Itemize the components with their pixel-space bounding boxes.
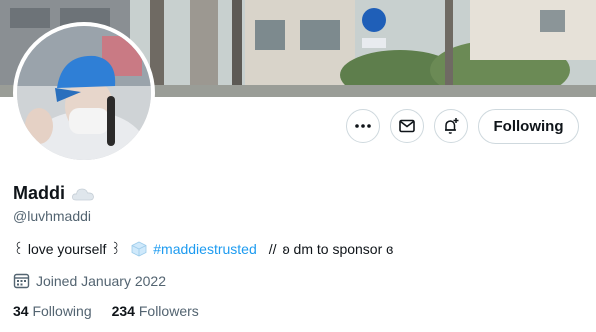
avatar[interactable] [13, 22, 155, 164]
more-icon [355, 124, 371, 128]
joined-date: Joined January 2022 [13, 272, 166, 289]
more-button[interactable] [346, 109, 380, 143]
message-button[interactable] [390, 109, 424, 143]
notification-bell-icon [445, 118, 459, 134]
display-name: Maddi [13, 183, 65, 203]
following-count: 34 [13, 303, 29, 319]
cloud-icon [71, 186, 95, 202]
name-row: Maddi [13, 183, 95, 204]
ice-cube-icon [131, 241, 147, 257]
follow-stats: 34 Following 234 Followers [13, 303, 219, 319]
followers-count: 234 [111, 303, 135, 319]
joined-text: Joined January 2022 [36, 272, 166, 289]
notify-button[interactable] [434, 109, 468, 143]
bio-text-1: ꒰ love yourself ꒱ [13, 241, 122, 257]
following-label: Following [32, 303, 92, 319]
followers-link[interactable]: 234 Followers [112, 303, 199, 319]
following-button[interactable]: Following [478, 109, 579, 144]
handle: @luvhmaddi [13, 208, 92, 224]
followers-label: Followers [138, 303, 199, 319]
following-link[interactable]: 34 Following [13, 303, 92, 319]
message-icon [399, 119, 415, 133]
bio-text-2: ʚ dm to sponsor ɞ [282, 241, 394, 257]
hashtag-link[interactable]: #maddiestrusted [153, 241, 257, 257]
bio-separator: // [268, 241, 277, 257]
bio: ꒰ love yourself ꒱ #maddiestrusted // ʚ d… [13, 240, 393, 258]
following-button-label: Following [493, 118, 564, 135]
calendar-icon [13, 272, 30, 289]
